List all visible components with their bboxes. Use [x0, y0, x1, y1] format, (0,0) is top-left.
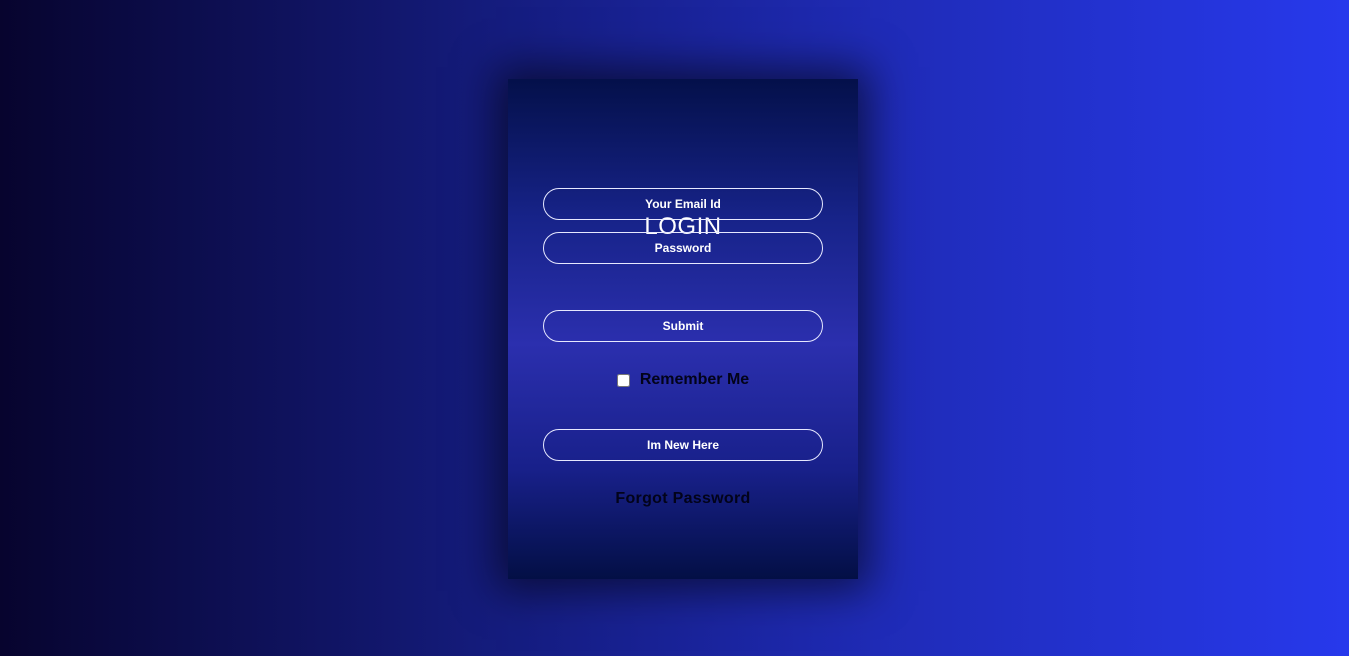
email-input[interactable] [543, 188, 823, 220]
new-user-button[interactable]: Im New Here [543, 429, 823, 461]
remember-me-checkbox[interactable] [616, 373, 630, 387]
password-input[interactable] [543, 232, 823, 264]
submit-button[interactable]: Submit [543, 310, 823, 342]
forgot-password-link[interactable]: Forgot Password [508, 490, 858, 508]
page-background: { "login": { "title": "LOGIN", "email_pl… [0, 0, 1349, 656]
remember-me-label: Remember Me [639, 371, 750, 388]
remember-me-row: Remember Me [508, 369, 858, 391]
login-card: LOGIN Submit Remember Me Im New Here For… [508, 79, 858, 579]
